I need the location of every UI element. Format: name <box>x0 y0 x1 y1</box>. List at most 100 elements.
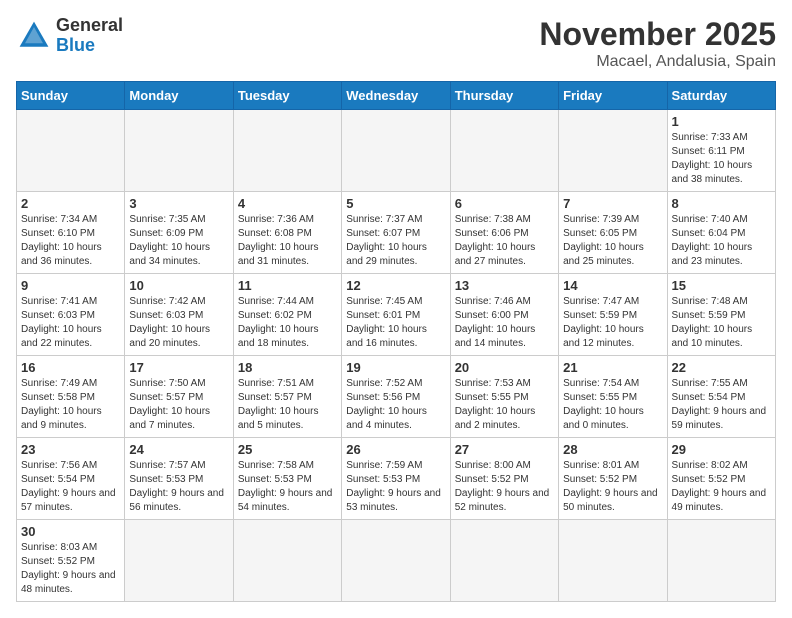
day-number: 28 <box>563 442 662 457</box>
day-number: 4 <box>238 196 337 211</box>
calendar-cell <box>450 520 558 602</box>
calendar-cell: 22Sunrise: 7:55 AM Sunset: 5:54 PM Dayli… <box>667 356 775 438</box>
day-number: 25 <box>238 442 337 457</box>
day-info: Sunrise: 7:55 AM Sunset: 5:54 PM Dayligh… <box>672 377 771 433</box>
location-title: Macael, Andalusia, Spain <box>539 53 776 71</box>
calendar-cell: 13 Sunrise: 7:46 AM Sunset: 6:00 PM Dayli… <box>450 274 558 356</box>
day-info: Sunrise: 7:49 AM Sunset: 5:58 PM Dayligh… <box>21 377 120 433</box>
day-info: Sunrise: 8:01 AM Sunset: 5:52 PM Dayligh… <box>563 459 662 515</box>
calendar-header-row: SundayMondayTuesdayWednesdayThursdayFrid… <box>17 82 776 110</box>
day-number: 13 <box>455 278 554 293</box>
day-number: 12 <box>346 278 445 293</box>
day-info: Sunrise: 7:37 AM Sunset: 6:07 PM Dayligh… <box>346 213 445 269</box>
day-number: 5 <box>346 196 445 211</box>
calendar-cell <box>559 110 667 192</box>
calendar-cell: 21 Sunrise: 7:54 AM Sunset: 5:55 PM Dayli… <box>559 356 667 438</box>
day-info: Sunrise: 7:46 AM Sunset: 6:00 PM Dayligh… <box>455 295 554 351</box>
calendar-cell <box>667 520 775 602</box>
day-number: 2 <box>21 196 120 211</box>
day-info: Sunrise: 7:36 AM Sunset: 6:08 PM Dayligh… <box>238 213 337 269</box>
calendar-cell: 17Sunrise: 7:50 AM Sunset: 5:57 PM Dayli… <box>125 356 233 438</box>
day-number: 18 <box>238 360 337 375</box>
calendar-cell: 25 Sunrise: 7:58 AM Sunset: 5:53 PM Dayli… <box>233 438 341 520</box>
calendar-cell <box>125 520 233 602</box>
day-info: Sunrise: 7:38 AM Sunset: 6:06 PM Dayligh… <box>455 213 554 269</box>
calendar: SundayMondayTuesdayWednesdayThursdayFrid… <box>16 81 776 602</box>
day-info: Sunrise: 7:59 AM Sunset: 5:53 PM Dayligh… <box>346 459 445 515</box>
day-number: 19 <box>346 360 445 375</box>
day-number: 15 <box>672 278 771 293</box>
calendar-cell <box>559 520 667 602</box>
logo-icon <box>16 18 52 54</box>
day-info: Sunrise: 8:02 AM Sunset: 5:52 PM Dayligh… <box>672 459 771 515</box>
calendar-cell: 28 Sunrise: 8:01 AM Sunset: 5:52 PM Dayli… <box>559 438 667 520</box>
calendar-cell: 24Sunrise: 7:57 AM Sunset: 5:53 PM Dayli… <box>125 438 233 520</box>
day-info: Sunrise: 7:58 AM Sunset: 5:53 PM Dayligh… <box>238 459 337 515</box>
day-number: 9 <box>21 278 120 293</box>
calendar-cell: 4 Sunrise: 7:36 AM Sunset: 6:08 PM Daylig… <box>233 192 341 274</box>
calendar-cell: 11Sunrise: 7:44 AM Sunset: 6:02 PM Dayli… <box>233 274 341 356</box>
calendar-cell: 16 Sunrise: 7:49 AM Sunset: 5:58 PM Dayli… <box>17 356 125 438</box>
day-number: 20 <box>455 360 554 375</box>
day-info: Sunrise: 7:42 AM Sunset: 6:03 PM Dayligh… <box>129 295 228 351</box>
weekday-header: Sunday <box>17 82 125 110</box>
calendar-week-row: 30 Sunrise: 8:03 AM Sunset: 5:52 PM Dayli… <box>17 520 776 602</box>
weekday-header: Thursday <box>450 82 558 110</box>
day-number: 17 <box>129 360 228 375</box>
day-info: Sunrise: 7:44 AM Sunset: 6:02 PM Dayligh… <box>238 295 337 351</box>
calendar-cell: 20 Sunrise: 7:53 AM Sunset: 5:55 PM Dayli… <box>450 356 558 438</box>
calendar-cell: 29 Sunrise: 8:02 AM Sunset: 5:52 PM Dayli… <box>667 438 775 520</box>
day-info: Sunrise: 7:39 AM Sunset: 6:05 PM Dayligh… <box>563 213 662 269</box>
calendar-cell <box>342 110 450 192</box>
calendar-week-row: 2 Sunrise: 7:34 AM Sunset: 6:10 PM Daylig… <box>17 192 776 274</box>
day-info: Sunrise: 7:40 AM Sunset: 6:04 PM Dayligh… <box>672 213 771 269</box>
calendar-cell <box>17 110 125 192</box>
weekday-header: Wednesday <box>342 82 450 110</box>
day-info: Sunrise: 7:54 AM Sunset: 5:55 PM Dayligh… <box>563 377 662 433</box>
calendar-cell: 2 Sunrise: 7:34 AM Sunset: 6:10 PM Daylig… <box>17 192 125 274</box>
calendar-cell: 8Sunrise: 7:40 AM Sunset: 6:04 PM Daylig… <box>667 192 775 274</box>
day-info: Sunrise: 7:34 AM Sunset: 6:10 PM Dayligh… <box>21 213 120 269</box>
calendar-cell: 27 Sunrise: 8:00 AM Sunset: 5:52 PM Dayli… <box>450 438 558 520</box>
day-info: Sunrise: 8:03 AM Sunset: 5:52 PM Dayligh… <box>21 541 120 597</box>
calendar-cell: 23Sunrise: 7:56 AM Sunset: 5:54 PM Dayli… <box>17 438 125 520</box>
day-number: 21 <box>563 360 662 375</box>
weekday-header: Saturday <box>667 82 775 110</box>
calendar-week-row: 23Sunrise: 7:56 AM Sunset: 5:54 PM Dayli… <box>17 438 776 520</box>
day-info: Sunrise: 7:41 AM Sunset: 6:03 PM Dayligh… <box>21 295 120 351</box>
day-info: Sunrise: 7:48 AM Sunset: 5:59 PM Dayligh… <box>672 295 771 351</box>
day-info: Sunrise: 7:35 AM Sunset: 6:09 PM Dayligh… <box>129 213 228 269</box>
day-number: 27 <box>455 442 554 457</box>
day-number: 10 <box>129 278 228 293</box>
calendar-cell: 10 Sunrise: 7:42 AM Sunset: 6:03 PM Dayli… <box>125 274 233 356</box>
calendar-cell: 7 Sunrise: 7:39 AM Sunset: 6:05 PM Daylig… <box>559 192 667 274</box>
logo: GeneralBlue <box>16 16 123 56</box>
day-number: 23 <box>21 442 120 457</box>
weekday-header: Tuesday <box>233 82 341 110</box>
day-info: Sunrise: 7:51 AM Sunset: 5:57 PM Dayligh… <box>238 377 337 433</box>
day-info: Sunrise: 7:53 AM Sunset: 5:55 PM Dayligh… <box>455 377 554 433</box>
logo-text: GeneralBlue <box>56 16 123 56</box>
day-number: 7 <box>563 196 662 211</box>
calendar-cell <box>233 110 341 192</box>
calendar-cell <box>450 110 558 192</box>
day-number: 16 <box>21 360 120 375</box>
day-info: Sunrise: 7:33 AM Sunset: 6:11 PM Dayligh… <box>672 131 771 187</box>
weekday-header: Friday <box>559 82 667 110</box>
calendar-cell: 3 Sunrise: 7:35 AM Sunset: 6:09 PM Daylig… <box>125 192 233 274</box>
day-number: 3 <box>129 196 228 211</box>
day-number: 1 <box>672 114 771 129</box>
day-info: Sunrise: 7:47 AM Sunset: 5:59 PM Dayligh… <box>563 295 662 351</box>
day-number: 29 <box>672 442 771 457</box>
day-number: 14 <box>563 278 662 293</box>
calendar-cell: 1 Sunrise: 7:33 AM Sunset: 6:11 PM Daylig… <box>667 110 775 192</box>
day-number: 26 <box>346 442 445 457</box>
calendar-cell: 19Sunrise: 7:52 AM Sunset: 5:56 PM Dayli… <box>342 356 450 438</box>
title-block: November 2025 Macael, Andalusia, Spain <box>539 16 776 71</box>
weekday-header: Monday <box>125 82 233 110</box>
calendar-cell: 9 Sunrise: 7:41 AM Sunset: 6:03 PM Daylig… <box>17 274 125 356</box>
calendar-cell <box>233 520 341 602</box>
calendar-cell: 5 Sunrise: 7:37 AM Sunset: 6:07 PM Daylig… <box>342 192 450 274</box>
day-number: 30 <box>21 524 120 539</box>
day-info: Sunrise: 8:00 AM Sunset: 5:52 PM Dayligh… <box>455 459 554 515</box>
